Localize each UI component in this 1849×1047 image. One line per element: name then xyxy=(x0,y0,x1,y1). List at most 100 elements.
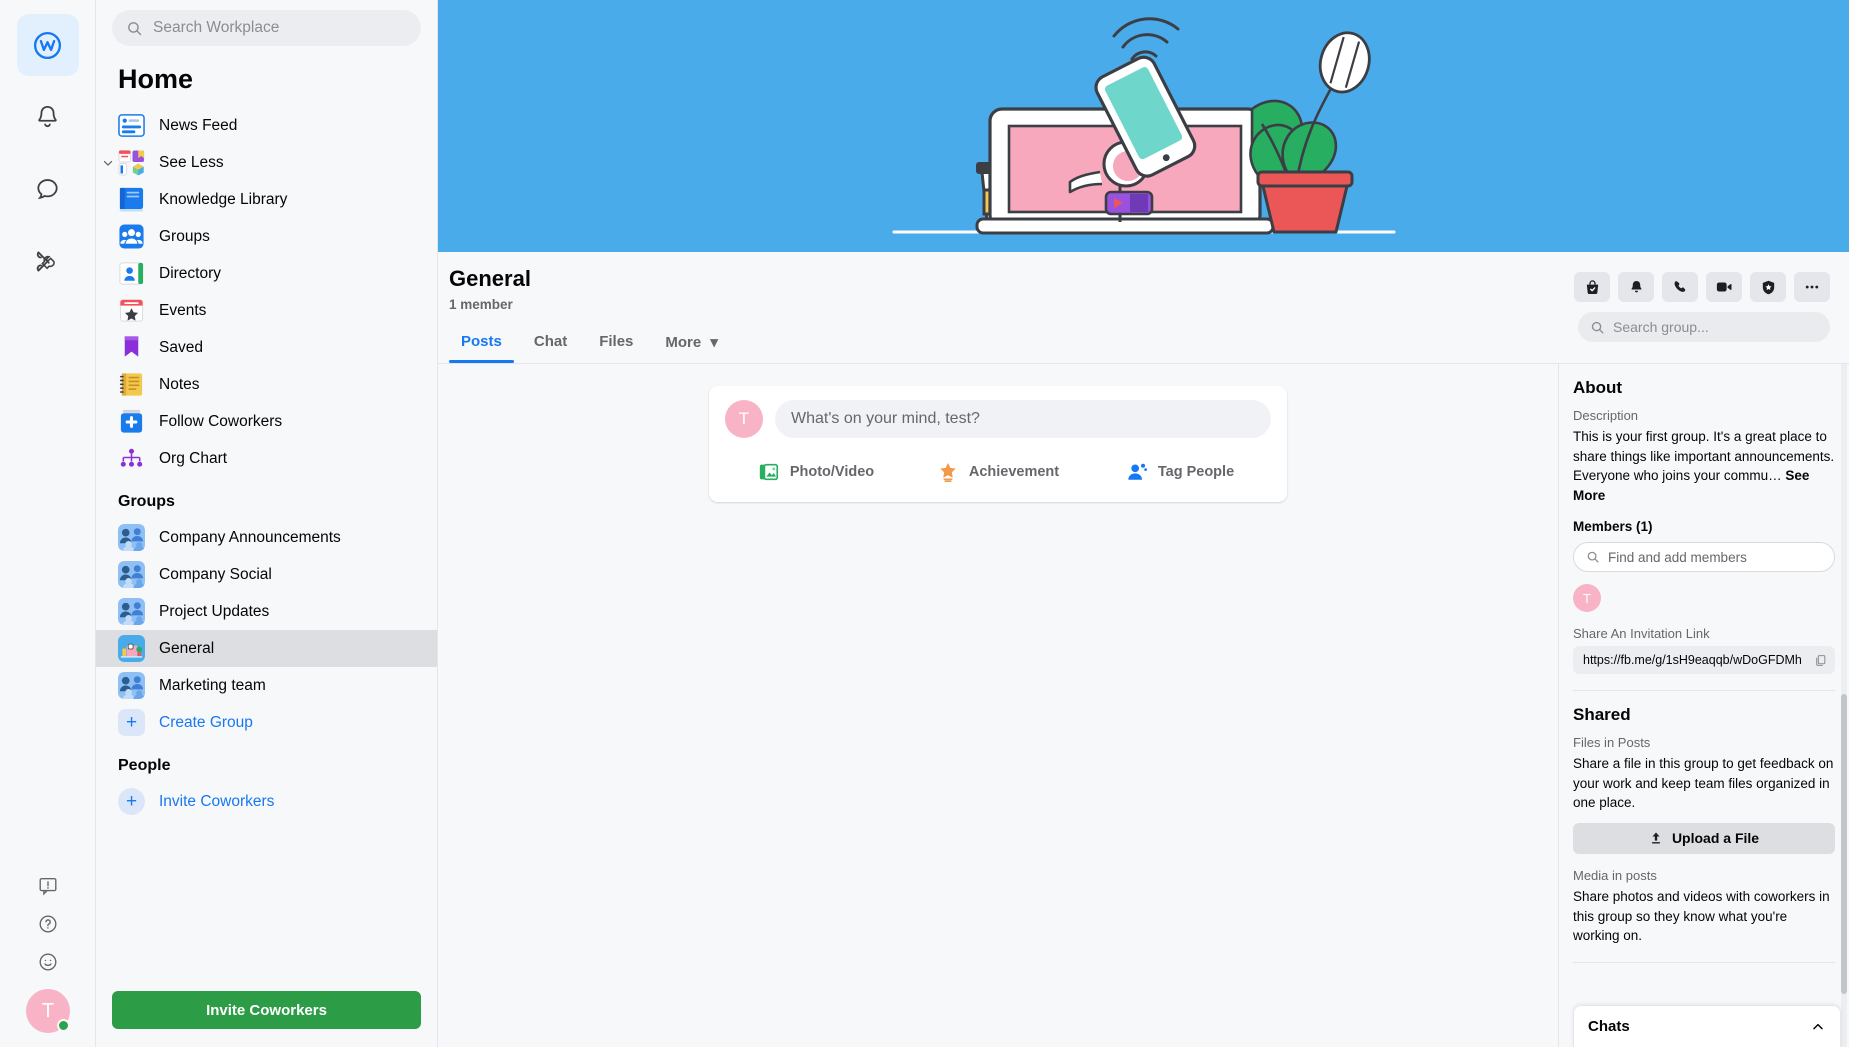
avatar-letter: T xyxy=(738,409,750,428)
invitation-link-label: Share An Invitation Link xyxy=(1573,626,1710,642)
follow-coworkers-icon xyxy=(118,408,145,435)
rail-item-workplace-home[interactable] xyxy=(16,14,79,76)
right-panel-scroll: About Description This is your first gro… xyxy=(1559,364,1849,1047)
cover-illustration xyxy=(892,17,1395,235)
tag-people-button[interactable]: Tag People xyxy=(1089,452,1271,492)
video-call-button[interactable] xyxy=(1706,272,1742,302)
video-camera-icon xyxy=(1715,278,1733,296)
more-options-button[interactable] xyxy=(1794,272,1830,302)
about-heading: About xyxy=(1573,378,1623,397)
photo-video-icon xyxy=(758,461,780,483)
group-label: Company Announcements xyxy=(159,528,341,546)
chats-bar[interactable]: Chats xyxy=(1573,1005,1841,1047)
sidebar: Search Workplace Home News Feed See Less… xyxy=(96,0,438,1047)
sidebar-item-notes[interactable]: Notes xyxy=(96,366,437,403)
group-label: Marketing team xyxy=(159,676,266,694)
sidebar-item-label: Notes xyxy=(159,375,200,393)
right-panel-scrollbar-thumb[interactable] xyxy=(1841,694,1847,994)
find-members-placeholder: Find and add members xyxy=(1608,549,1747,565)
copy-icon[interactable] xyxy=(1814,654,1827,667)
tab-label: Files xyxy=(599,333,634,350)
events-icon xyxy=(118,297,145,324)
files-in-posts-label: Files in Posts xyxy=(1573,735,1651,751)
achievement-icon xyxy=(937,461,959,483)
feed-column: T What's on your mind, test? Photo/Video… xyxy=(438,364,1559,1047)
rail-bottom-group: T xyxy=(0,875,96,1033)
online-status-dot xyxy=(57,1019,70,1032)
sidebar-group-company-social[interactable]: Company Social xyxy=(96,556,437,593)
post-composer: T What's on your mind, test? Photo/Video… xyxy=(709,386,1287,502)
sidebar-item-label: Org Chart xyxy=(159,449,228,467)
description-text: This is your first group. It's a great p… xyxy=(1573,427,1835,505)
sidebar-group-project-updates[interactable]: Project Updates xyxy=(96,593,437,630)
create-group-button[interactable]: + Create Group xyxy=(96,704,437,741)
composer-actions: Photo/Video Achievement Tag People xyxy=(725,452,1271,492)
invite-coworkers-link[interactable]: + Invite Coworkers xyxy=(96,783,437,820)
join-group-button[interactable] xyxy=(1574,272,1610,302)
smiley-icon[interactable] xyxy=(37,951,59,973)
tab-chat[interactable]: Chat xyxy=(522,324,579,363)
group-notifications-button[interactable] xyxy=(1618,272,1654,302)
privacy-button[interactable] xyxy=(1750,272,1786,302)
bell-icon xyxy=(1628,279,1645,296)
tab-posts[interactable]: Posts xyxy=(449,324,514,363)
upload-file-button[interactable]: Upload a File xyxy=(1573,822,1835,854)
rail-item-notifications[interactable] xyxy=(17,86,79,148)
tab-label: Posts xyxy=(461,333,502,350)
tag-people-label: Tag People xyxy=(1157,464,1235,480)
plus-icon: + xyxy=(118,709,145,736)
user-avatar[interactable]: T xyxy=(26,989,70,1033)
search-icon xyxy=(1586,550,1600,564)
directory-icon xyxy=(118,260,145,287)
sidebar-group-company-announcements[interactable]: Company Announcements xyxy=(96,519,437,556)
saved-icon xyxy=(118,334,145,361)
sidebar-group-general[interactable]: General xyxy=(96,630,437,667)
search-placeholder: Search Workplace xyxy=(153,19,280,36)
group-avatar-icon xyxy=(118,598,145,625)
photo-video-label: Photo/Video xyxy=(789,464,875,480)
member-avatar[interactable]: T xyxy=(1573,584,1601,613)
rail-item-chat[interactable] xyxy=(17,158,79,220)
sidebar-item-news-feed[interactable]: News Feed xyxy=(96,107,437,144)
search-icon xyxy=(126,20,143,37)
group-cover-banner[interactable] xyxy=(438,0,1849,252)
tab-more[interactable]: More ▾ xyxy=(653,324,730,363)
sidebar-item-events[interactable]: Events xyxy=(96,292,437,329)
achievement-button[interactable]: Achievement xyxy=(907,452,1089,492)
feedback-icon[interactable] xyxy=(37,875,59,897)
content-row: T What's on your mind, test? Photo/Video… xyxy=(438,364,1849,1047)
sidebar-item-see-less[interactable]: See Less xyxy=(96,144,437,181)
help-icon[interactable] xyxy=(37,913,59,935)
phone-icon xyxy=(1672,279,1688,295)
group-search-input[interactable]: Search group... xyxy=(1578,312,1830,342)
invite-coworkers-button[interactable]: Invite Coworkers xyxy=(112,991,421,1029)
sidebar-item-follow-coworkers[interactable]: Follow Coworkers xyxy=(96,403,437,440)
composer-top-row: T What's on your mind, test? xyxy=(725,400,1271,438)
news-feed-icon xyxy=(118,112,145,139)
sidebar-scroll: Home News Feed See Less Knowledge Librar… xyxy=(96,50,437,981)
caret-down-icon: ▾ xyxy=(710,334,718,351)
sidebar-item-org-chart[interactable]: Org Chart xyxy=(96,440,437,477)
find-members-input[interactable]: Find and add members xyxy=(1573,542,1835,573)
chevron-up-icon[interactable] xyxy=(1810,1019,1826,1035)
search-input[interactable]: Search Workplace xyxy=(112,10,421,46)
photo-video-button[interactable]: Photo/Video xyxy=(725,452,907,492)
tab-files[interactable]: Files xyxy=(587,324,645,363)
sidebar-item-saved[interactable]: Saved xyxy=(96,329,437,366)
composer-avatar[interactable]: T xyxy=(725,400,763,438)
sidebar-item-groups[interactable]: Groups xyxy=(96,218,437,255)
invitation-link-box[interactable]: https://fb.me/g/1sH9eaqqb/wDoGFDMh xyxy=(1573,646,1835,675)
sidebar-item-label: News Feed xyxy=(159,116,238,134)
audio-call-button[interactable] xyxy=(1662,272,1698,302)
media-in-posts-label: Media in posts xyxy=(1573,867,1657,883)
sidebar-item-label: Groups xyxy=(159,227,210,245)
media-in-posts-text: Share photos and videos with coworkers i… xyxy=(1573,888,1830,944)
rail-item-tools[interactable] xyxy=(17,230,79,292)
sidebar-group-marketing-team[interactable]: Marketing team xyxy=(96,667,437,704)
sidebar-item-directory[interactable]: Directory xyxy=(96,255,437,292)
composer-input[interactable]: What's on your mind, test? xyxy=(775,400,1271,438)
sidebar-item-knowledge-library[interactable]: Knowledge Library xyxy=(96,181,437,218)
upload-file-label: Upload a File xyxy=(1671,830,1760,847)
group-header: General 1 member Posts Chat Files More ▾ xyxy=(438,252,1849,364)
main-column: General 1 member Posts Chat Files More ▾ xyxy=(438,0,1849,1047)
